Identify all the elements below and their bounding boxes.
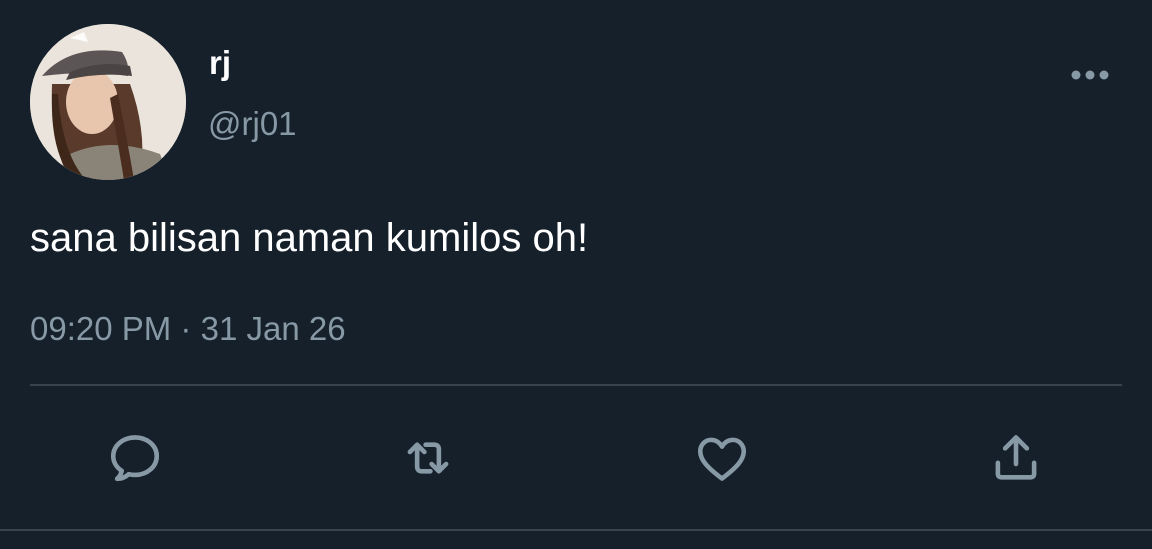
more-dots-icon [1071,70,1109,80]
share-icon [995,435,1037,480]
retweet-button[interactable] [398,428,458,488]
tweet-text: sana bilisan naman kumilos oh! [30,216,589,260]
avatar-image [30,24,186,180]
user-handle[interactable]: @rj01 [208,105,297,143]
tweet-time: 09:20 PM [30,310,172,347]
share-button[interactable] [986,428,1046,488]
reply-button[interactable] [105,428,165,488]
like-button[interactable] [692,428,752,488]
tweet-timestamp[interactable]: 09:20 PM · 31 Jan 26 [30,310,346,348]
reply-icon [110,435,160,482]
tweet-date: 31 Jan 26 [200,310,346,347]
retweet-icon [407,442,449,474]
heart-icon [697,437,747,481]
tweet-card: rj @rj01 sana bilisan naman kumilos oh! … [0,0,1152,549]
meta-separator: · [180,310,192,347]
bottom-divider [0,529,1152,531]
avatar[interactable] [30,24,186,180]
display-name[interactable]: rj [209,44,231,82]
divider [30,384,1122,386]
more-options-button[interactable] [1064,62,1116,88]
